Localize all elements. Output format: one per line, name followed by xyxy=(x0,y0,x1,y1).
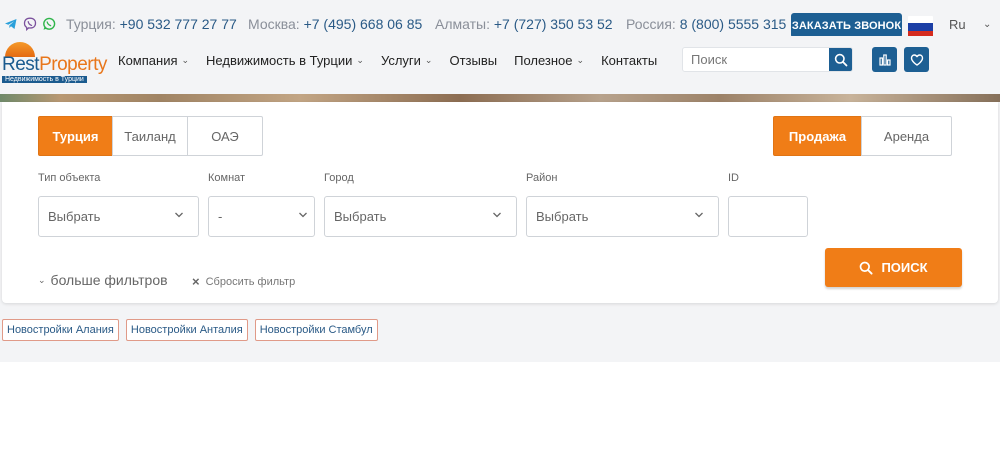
object-type-select[interactable]: Выбрать xyxy=(38,196,199,237)
main-navbar: RestProperty Недвижимость в Турции Компа… xyxy=(0,36,1000,94)
telegram-icon[interactable] xyxy=(4,17,18,31)
phone-region-label: Россия: xyxy=(626,16,676,32)
search-icon xyxy=(834,53,847,66)
logo-word-property: Property xyxy=(39,54,107,75)
search-submit-button[interactable]: ПОИСК xyxy=(825,248,962,287)
phone-number[interactable]: +7 (495) 668 06 85 xyxy=(304,16,423,32)
chip-new-builds-istanbul[interactable]: Новостройки Стамбул xyxy=(254,319,378,341)
site-logo[interactable]: RestProperty Недвижимость в Турции xyxy=(2,42,107,86)
country-tabs: Турция Таиланд ОАЭ xyxy=(38,116,263,156)
phone-number[interactable]: +90 532 777 27 77 xyxy=(120,16,237,32)
messenger-links xyxy=(4,17,56,31)
close-icon: × xyxy=(192,274,200,289)
phone-moscow[interactable]: Москва: +7 (495) 668 06 85 xyxy=(248,16,422,32)
menu-item-label: Полезное xyxy=(514,53,573,68)
chevron-down-icon xyxy=(175,212,183,218)
filter-section: Турция Таиланд ОАЭ Продажа Аренда Тип об… xyxy=(0,102,1000,362)
chevron-down-icon: ⌄ xyxy=(38,274,46,285)
field-label-city: Город xyxy=(324,172,354,184)
phone-region-label: Москва: xyxy=(248,16,300,32)
select-value: Выбрать xyxy=(536,209,589,224)
tab-thailand[interactable]: Таиланд xyxy=(112,116,188,156)
district-select[interactable]: Выбрать xyxy=(526,196,719,237)
quick-links: Новостройки Алания Новостройки Анталия Н… xyxy=(2,319,385,341)
chevron-down-icon: ⌄ xyxy=(576,55,585,65)
phone-number[interactable]: 8 (800) 5555 315 xyxy=(680,16,787,32)
compare-button[interactable] xyxy=(872,47,897,72)
phone-russia[interactable]: Россия: 8 (800) 5555 315 xyxy=(626,16,786,32)
logo-subtitle: Недвижимость в Турции xyxy=(2,76,87,83)
menu-item-label: Контакты xyxy=(601,53,658,68)
phone-region-label: Турция: xyxy=(66,16,116,32)
menu-item-label: Отзывы xyxy=(449,53,498,68)
more-filters-toggle[interactable]: ⌄ больше фильтров xyxy=(38,272,168,288)
menu-item-label: Недвижимость в Турции xyxy=(206,53,353,68)
select-value: Выбрать xyxy=(334,209,387,224)
phone-almaty[interactable]: Алматы: +7 (727) 350 53 52 xyxy=(435,16,613,32)
menu-item-reviews[interactable]: Отзывы xyxy=(449,53,497,68)
menu-item-services[interactable]: Услуги ⌄ xyxy=(381,53,433,68)
viber-icon[interactable] xyxy=(23,17,37,31)
search-input[interactable] xyxy=(683,48,830,71)
select-value: - xyxy=(218,209,223,224)
menu-item-contacts[interactable]: Контакты xyxy=(601,53,657,68)
field-label-rooms: Комнат xyxy=(208,172,246,184)
search-filter-panel: Турция Таиланд ОАЭ Продажа Аренда Тип об… xyxy=(2,102,998,303)
phone-number[interactable]: +7 (727) 350 53 52 xyxy=(494,16,613,32)
field-label-id: ID xyxy=(728,172,739,184)
menu-item-real-estate[interactable]: Недвижимость в Турции ⌄ xyxy=(206,53,364,68)
menu-item-company[interactable]: Компания ⌄ xyxy=(118,53,189,68)
chevron-down-icon: ⌄ xyxy=(181,55,190,65)
logo-wordmark: RestProperty xyxy=(2,54,107,76)
chevron-down-icon[interactable]: ⌄ xyxy=(983,19,991,30)
search-icon xyxy=(860,261,873,275)
field-label-district: Район xyxy=(526,172,558,184)
id-input[interactable] xyxy=(728,196,808,237)
menu-item-label: Компания xyxy=(118,53,178,68)
chevron-down-icon: ⌄ xyxy=(356,55,364,65)
reset-filter-link[interactable]: × Сбросить фильтр xyxy=(192,274,295,289)
tab-sale[interactable]: Продажа xyxy=(773,116,862,156)
chevron-down-icon xyxy=(493,212,501,218)
deal-type-tabs: Продажа Аренда xyxy=(773,116,952,156)
search-button[interactable] xyxy=(829,48,852,71)
chevron-down-icon: ⌄ xyxy=(424,55,433,65)
hero-image-strip xyxy=(0,94,1000,102)
select-value: Выбрать xyxy=(48,209,101,224)
tab-rent[interactable]: Аренда xyxy=(861,116,952,156)
heart-icon xyxy=(910,53,923,66)
main-menu: Компания ⌄ Недвижимость в Турции ⌄ Услуги ⌄… xyxy=(118,53,674,68)
site-search xyxy=(682,47,853,72)
rooms-select[interactable]: - xyxy=(208,196,315,237)
page: Турция: +90 532 777 27 77 Москва: +7 (49… xyxy=(0,0,1000,474)
field-label-object-type: Тип объекта xyxy=(38,172,101,184)
search-submit-label: ПОИСК xyxy=(881,260,928,275)
request-call-button[interactable]: ЗАКАЗАТЬ ЗВОНОК xyxy=(791,13,902,38)
tab-turkey[interactable]: Турция xyxy=(38,116,113,156)
bar-chart-icon xyxy=(878,53,891,66)
chip-new-builds-alanya[interactable]: Новостройки Алания xyxy=(2,319,119,341)
tab-uae[interactable]: ОАЭ xyxy=(187,116,263,156)
favorites-button[interactable] xyxy=(904,47,929,72)
reset-filter-label: Сбросить фильтр xyxy=(205,275,296,288)
chevron-down-icon xyxy=(299,212,307,218)
menu-item-label: Услуги xyxy=(380,53,421,68)
logo-word-rest: Rest xyxy=(2,54,40,75)
russia-flag-icon[interactable] xyxy=(908,16,933,38)
city-select[interactable]: Выбрать xyxy=(324,196,517,237)
language-selector[interactable]: Ru xyxy=(949,17,966,32)
menu-item-useful[interactable]: Полезное ⌄ xyxy=(514,53,584,68)
more-filters-label: больше фильтров xyxy=(50,272,168,288)
chip-new-builds-antalya[interactable]: Новостройки Анталия xyxy=(125,319,248,341)
phone-turkey[interactable]: Турция: +90 532 777 27 77 xyxy=(66,16,237,32)
phone-region-label: Алматы: xyxy=(435,16,490,32)
chevron-down-icon xyxy=(695,212,703,218)
whatsapp-icon[interactable] xyxy=(42,17,56,31)
